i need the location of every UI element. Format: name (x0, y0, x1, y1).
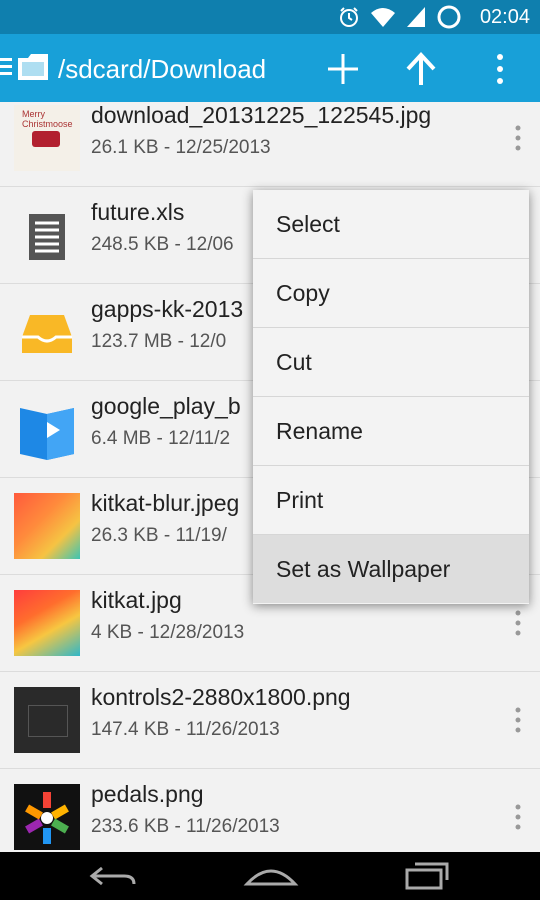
list-item[interactable]: kontrols2-2880x1800.png 147.4 KB - 11/26… (0, 672, 540, 769)
kontrols-thumbnail (14, 687, 80, 753)
signal-icon (407, 7, 425, 27)
menu-item-select[interactable]: Select (253, 190, 529, 259)
pedals-thumbnail (14, 784, 80, 850)
file-name: download_20131225_122545.jpg (91, 102, 432, 128)
file-meta: 147.4 KB - 11/26/2013 (91, 719, 280, 740)
menu-item-set-as-wallpaper[interactable]: Set as Wallpaper (253, 535, 529, 603)
kitkat-blur-thumbnail (14, 493, 80, 559)
status-time: 02:04 (479, 6, 530, 28)
menu-item-cut[interactable]: Cut (253, 328, 529, 397)
battery-icon (437, 5, 461, 29)
file-meta: 26.3 KB - 11/19/ (91, 525, 227, 546)
file-name: google_play_b (91, 393, 241, 419)
item-overflow-icon[interactable] (514, 803, 522, 831)
archive-tray-icon (22, 315, 72, 353)
item-overflow-icon[interactable] (514, 124, 522, 152)
document-icon (29, 214, 65, 260)
file-name: pedals.png (91, 781, 204, 807)
file-meta: 123.7 MB - 12/0 (91, 331, 227, 352)
current-path: /sdcard/Download (58, 54, 267, 84)
kitkat-thumbnail (14, 590, 80, 656)
list-item[interactable]: pedals.png 233.6 KB - 11/26/2013 (0, 769, 540, 852)
menu-item-print[interactable]: Print (253, 466, 529, 535)
google-play-books-icon (20, 408, 74, 460)
wifi-icon (371, 8, 395, 27)
up-arrow-icon[interactable] (404, 52, 438, 86)
file-name: gapps-kk-2013 (91, 296, 244, 322)
alarm-icon (340, 7, 358, 27)
status-icons (338, 5, 462, 29)
file-meta: 248.5 KB - 12/06 (91, 234, 234, 255)
file-name: kitkat.jpg (91, 587, 182, 613)
overflow-menu-icon[interactable] (495, 52, 505, 86)
add-icon[interactable] (326, 52, 360, 86)
status-bar: 02:04 (0, 0, 540, 34)
list-item[interactable]: Merry Christmoose download_20131225_1225… (0, 102, 540, 187)
file-meta: 6.4 MB - 12/11/2 (91, 428, 231, 449)
navigation-bar (0, 852, 540, 900)
file-name: kitkat-blur.jpeg (91, 490, 240, 516)
file-meta: 233.6 KB - 11/26/2013 (91, 816, 280, 837)
file-meta: 26.1 KB - 12/25/2013 (91, 137, 271, 158)
folder-icon[interactable] (16, 52, 50, 82)
home-icon[interactable] (243, 858, 299, 890)
file-name: kontrols2-2880x1800.png (91, 684, 351, 710)
drawer-indicator-icon[interactable] (0, 58, 12, 76)
recents-icon[interactable] (403, 858, 453, 892)
menu-item-rename[interactable]: Rename (253, 397, 529, 466)
item-overflow-icon[interactable] (514, 609, 522, 637)
christmas-image-thumbnail: Merry Christmoose (14, 105, 80, 171)
app-bar: /sdcard/Download (0, 34, 540, 102)
back-icon[interactable] (88, 860, 138, 892)
menu-item-copy[interactable]: Copy (253, 259, 529, 328)
file-meta: 4 KB - 12/28/2013 (91, 622, 245, 643)
file-context-menu[interactable]: Select Copy Cut Rename Print Set as Wall… (253, 190, 529, 604)
item-overflow-icon[interactable] (514, 706, 522, 734)
file-name: future.xls (91, 199, 185, 225)
